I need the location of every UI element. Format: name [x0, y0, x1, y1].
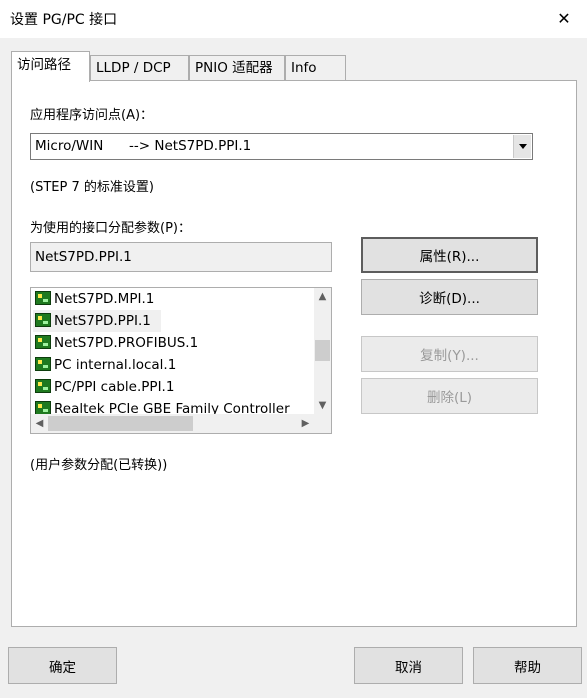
network-adapter-icon [35, 291, 51, 305]
interface-listbox[interactable]: NetS7PD.MPI.1 NetS7PD.PPI.1 NetS7PD.PROF… [30, 287, 332, 434]
scroll-left-icon[interactable]: ◀ [31, 414, 48, 433]
param-assign-label: 为使用的接口分配参数(P)： [30, 221, 191, 236]
list-item-label: PC/PPI cable.PPI.1 [54, 379, 175, 395]
horizontal-scroll-thumb[interactable] [48, 416, 193, 431]
app-access-point-dropdown[interactable]: Micro/WIN --> NetS7PD.PPI.1 [30, 133, 533, 160]
list-item-label: PC internal.local.1 [54, 357, 177, 373]
window-title: 设置 PG/PC 接口 [10, 12, 118, 28]
list-item-label: NetS7PD.MPI.1 [54, 291, 155, 307]
list-item-label: NetS7PD.PPI.1 [54, 313, 151, 329]
network-adapter-icon [35, 379, 51, 393]
assigned-interface-value: NetS7PD.PPI.1 [35, 249, 132, 265]
list-item[interactable]: NetS7PD.PROFIBUS.1 [33, 332, 198, 354]
tab-strip: 访问路径 LLDP / DCP PNIO 适配器 Info [11, 51, 576, 82]
list-item[interactable]: NetS7PD.MPI.1 [33, 288, 154, 310]
access-path-panel: 应用程序访问点(A)： Micro/WIN --> NetS7PD.PPI.1 … [11, 80, 577, 627]
list-item[interactable]: NetS7PD.PPI.1 [33, 310, 161, 332]
tab-info[interactable]: Info [285, 55, 346, 81]
app-access-point-label: 应用程序访问点(A)： [30, 108, 154, 123]
title-bar: 设置 PG/PC 接口 ✕ [0, 0, 587, 38]
list-item[interactable]: PC internal.local.1 [33, 354, 176, 376]
delete-button[interactable]: 删除(L) [361, 378, 538, 414]
assigned-interface-field: NetS7PD.PPI.1 [30, 242, 332, 272]
chevron-down-icon[interactable] [513, 135, 531, 158]
help-button[interactable]: 帮助 [473, 647, 582, 684]
network-adapter-icon [35, 357, 51, 371]
scroll-up-icon[interactable]: ▲ [314, 288, 331, 305]
copy-button[interactable]: 复制(Y)... [361, 336, 538, 372]
ok-button[interactable]: 确定 [8, 647, 117, 684]
app-access-point-value: Micro/WIN --> NetS7PD.PPI.1 [35, 138, 252, 154]
tab-access-path[interactable]: 访问路径 [11, 51, 90, 82]
network-adapter-icon [35, 401, 51, 414]
list-item-label: Realtek PCIe GBE Family Controller [54, 401, 290, 414]
interface-list: NetS7PD.MPI.1 NetS7PD.PPI.1 NetS7PD.PROF… [31, 288, 314, 414]
network-adapter-icon [35, 313, 51, 327]
scroll-down-icon[interactable]: ▼ [314, 397, 331, 414]
list-item[interactable]: PC/PPI cable.PPI.1 [33, 376, 174, 398]
list-item-label: NetS7PD.PROFIBUS.1 [54, 335, 199, 351]
vertical-scroll-thumb[interactable] [315, 340, 330, 361]
diagnostics-button[interactable]: 诊断(D)... [361, 279, 538, 315]
network-adapter-icon [35, 335, 51, 349]
cancel-button[interactable]: 取消 [354, 647, 463, 684]
user-param-note: (用户参数分配(已转换)) [30, 458, 168, 473]
scrollbar-corner [314, 414, 331, 433]
vertical-scrollbar[interactable]: ▲ ▼ [314, 288, 331, 414]
list-item[interactable]: Realtek PCIe GBE Family Controller [33, 398, 290, 414]
close-icon[interactable]: ✕ [541, 0, 587, 38]
properties-button[interactable]: 属性(R)... [361, 237, 538, 273]
tab-pnio-adapter[interactable]: PNIO 适配器 [189, 55, 285, 81]
horizontal-scrollbar[interactable]: ◀ ▶ [31, 414, 314, 433]
standard-setting-note: (STEP 7 的标准设置) [30, 180, 154, 195]
tab-lldp-dcp[interactable]: LLDP / DCP [90, 55, 189, 81]
scroll-right-icon[interactable]: ▶ [297, 414, 314, 433]
